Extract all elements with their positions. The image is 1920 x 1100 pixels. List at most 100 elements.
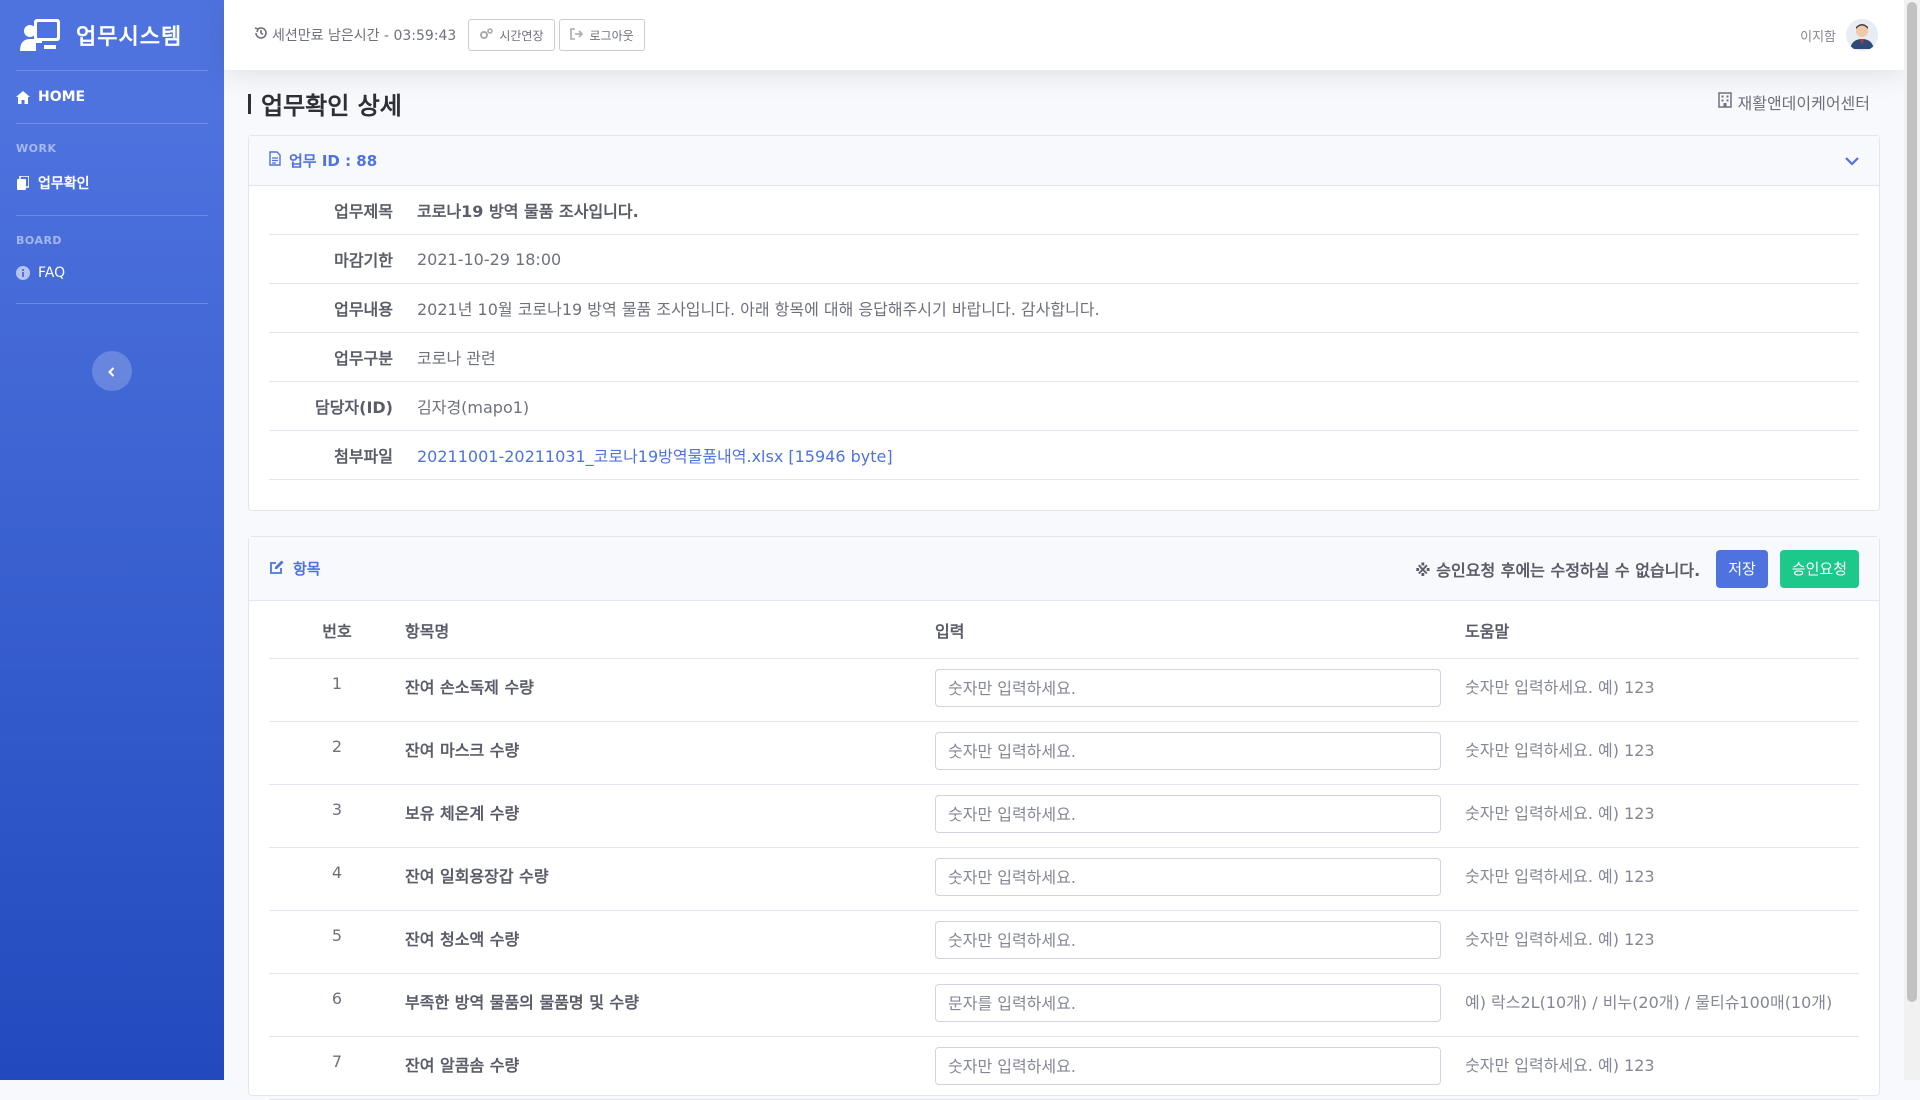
- task-detail-header[interactable]: 업무 ID : 88: [249, 136, 1879, 186]
- info-label: 업무제목: [334, 202, 393, 221]
- sidebar-divider: [16, 303, 208, 304]
- table-header-row: 번호 항목명 입력 도움말: [269, 601, 1859, 659]
- item-input[interactable]: [935, 858, 1441, 896]
- item-help: 예) 락스2L(10개) / 비누(20개) / 물티슈100매(10개): [1465, 993, 1833, 1012]
- item-input[interactable]: [935, 669, 1441, 707]
- brand-title: 업무시스템: [76, 25, 183, 50]
- extend-time-button[interactable]: 시간연장: [468, 19, 555, 51]
- session-timer: 세션만료 남은시간 - 03:59:43: [254, 25, 456, 45]
- session-timer-text: 세션만료 남은시간 - 03:59:43: [272, 28, 457, 44]
- item-name: 보유 체온계 수량: [405, 804, 520, 823]
- sign-out-icon: [569, 27, 584, 43]
- item-input[interactable]: [935, 795, 1441, 833]
- item-input[interactable]: [935, 1047, 1441, 1085]
- logout-button[interactable]: 로그아웃: [558, 19, 645, 51]
- info-circle-icon: [16, 266, 30, 280]
- sidebar-item-label: HOME: [38, 89, 86, 105]
- request-approval-button[interactable]: 승인요청: [1779, 549, 1859, 588]
- table-row: 6 부족한 방역 물품의 물품명 및 수량 예) 락스2L(10개) / 비누(…: [269, 974, 1859, 1037]
- avatar: [1846, 19, 1878, 51]
- table-row: 2 잔여 마스크 수량 숫자만 입력하세요. 예) 123: [269, 722, 1859, 785]
- teacher-board-icon: [20, 19, 60, 51]
- row-number: 3: [331, 800, 343, 819]
- info-value: 2021-10-29 18:00: [417, 249, 562, 269]
- item-name: 부족한 방역 물품의 물품명 및 수량: [405, 993, 639, 1012]
- sidebar-item-label: 업무확인: [38, 176, 90, 192]
- column-header-number: 번호: [322, 621, 352, 641]
- input-cell: [935, 785, 1465, 847]
- item-name: 잔여 알콤솜 수량: [405, 1056, 520, 1075]
- items-header: 항목 ※ 승인요청 후에는 수정하실 수 없습니다. 저장 승인요청: [249, 537, 1879, 601]
- chevron-down-icon[interactable]: [1845, 152, 1859, 170]
- brand[interactable]: 업무시스템: [0, 0, 224, 70]
- sidebar-toggle-button[interactable]: [92, 351, 132, 391]
- task-info-table: 업무제목 코로나19 방역 물품 조사입니다. 마감기한 2021-10-29 …: [269, 186, 1859, 480]
- row-number: 6: [331, 989, 343, 1008]
- sidebar-item-label: FAQ: [38, 265, 66, 281]
- file-alt-icon: [269, 151, 281, 170]
- input-cell: [935, 722, 1465, 784]
- sidebar-item-home[interactable]: HOME: [0, 71, 224, 123]
- item-name: 잔여 청소액 수량: [405, 930, 520, 949]
- info-row-content: 업무내용 2021년 10월 코로나19 방역 물품 조사입니다. 아래 항목에…: [269, 284, 1859, 333]
- item-input[interactable]: [935, 921, 1441, 959]
- input-cell: [935, 659, 1465, 721]
- row-number: 2: [331, 737, 343, 756]
- save-button[interactable]: 저장: [1716, 549, 1768, 588]
- info-row-manager: 담당자(ID) 김자경(mapo1): [269, 382, 1859, 431]
- item-help: 숫자만 입력하세요. 예) 123: [1465, 804, 1655, 823]
- home-icon: [16, 90, 30, 104]
- item-help: 숫자만 입력하세요. 예) 123: [1465, 1056, 1655, 1075]
- input-cell: [935, 848, 1465, 910]
- column-header-help: 도움말: [1465, 621, 1510, 641]
- table-row: 5 잔여 청소액 수량 숫자만 입력하세요. 예) 123: [269, 911, 1859, 974]
- building-icon: [1717, 92, 1732, 112]
- topbar: 세션만료 남은시간 - 03:59:43 시간연장 로그아웃 이지함: [224, 0, 1904, 70]
- input-cell: [935, 1037, 1465, 1099]
- history-icon: [254, 26, 268, 44]
- sidebar-heading-board: BOARD: [16, 234, 63, 247]
- info-label: 업무내용: [334, 300, 393, 319]
- column-header-input: 입력: [935, 621, 965, 641]
- title-bar-decoration: [248, 93, 251, 114]
- items-title: 항목: [293, 560, 321, 578]
- item-name: 잔여 마스크 수량: [405, 741, 520, 760]
- page-scrollbar[interactable]: [1904, 0, 1920, 1080]
- item-help: 숫자만 입력하세요. 예) 123: [1465, 930, 1655, 949]
- item-name: 잔여 일회용장갑 수량: [405, 867, 549, 886]
- table-row: 1 잔여 손소독제 수량 숫자만 입력하세요. 예) 123: [269, 659, 1859, 722]
- info-row-category: 업무구분 코로나 관련: [269, 333, 1859, 382]
- task-detail-card: 업무 ID : 88 업무제목 코로나19 방역 물품 조사입니다. 마감기한 …: [248, 135, 1880, 511]
- item-name: 잔여 손소독제 수량: [405, 678, 534, 697]
- user-menu[interactable]: 이지함: [1800, 0, 1878, 70]
- info-row-title: 업무제목 코로나19 방역 물품 조사입니다.: [269, 186, 1859, 235]
- info-row-deadline: 마감기한 2021-10-29 18:00: [269, 235, 1859, 284]
- items-card: 항목 ※ 승인요청 후에는 수정하실 수 없습니다. 저장 승인요청 번호 항목…: [248, 536, 1880, 1100]
- user-name: 이지함: [1800, 29, 1836, 45]
- item-input[interactable]: [935, 984, 1441, 1022]
- info-value: 코로나 관련: [417, 349, 496, 368]
- center-name-text: 재활앤데이케어센터: [1737, 94, 1870, 113]
- info-label: 첨부파일: [334, 447, 393, 466]
- copy-icon: [16, 176, 30, 190]
- info-value: 김자경(mapo1): [417, 398, 530, 417]
- input-cell: [935, 974, 1465, 1036]
- row-number: 1: [331, 674, 343, 693]
- info-value: 2021년 10월 코로나19 방역 물품 조사입니다. 아래 항목에 대해 응…: [417, 300, 1100, 319]
- chevron-left-icon: [107, 362, 117, 381]
- items-table: 번호 항목명 입력 도움말 1 잔여 손소독제 수량 숫자만 입력하세요. 예)…: [269, 601, 1859, 1100]
- item-input[interactable]: [935, 732, 1441, 770]
- item-help: 숫자만 입력하세요. 예) 123: [1465, 678, 1655, 697]
- info-label: 담당자(ID): [314, 398, 393, 417]
- center-name: 재활앤데이케어센터: [1717, 90, 1870, 114]
- scrollbar-thumb[interactable]: [1907, 2, 1917, 1002]
- attachment-link[interactable]: 20211001-20211031_코로나19방역물품내역.xlsx [1594…: [393, 443, 893, 467]
- row-number: 7: [331, 1052, 343, 1071]
- row-number: 5: [331, 926, 343, 945]
- info-value: 코로나19 방역 물품 조사입니다.: [417, 202, 639, 221]
- sidebar-heading-work: WORK: [16, 142, 57, 155]
- sidebar-item-faq[interactable]: FAQ: [0, 247, 224, 299]
- edit-icon: [269, 559, 285, 579]
- sidebar: 업무시스템 HOME WORK 업무확인 BOARD FAQ: [0, 0, 224, 1080]
- sidebar-item-work-check[interactable]: 업무확인: [0, 155, 224, 211]
